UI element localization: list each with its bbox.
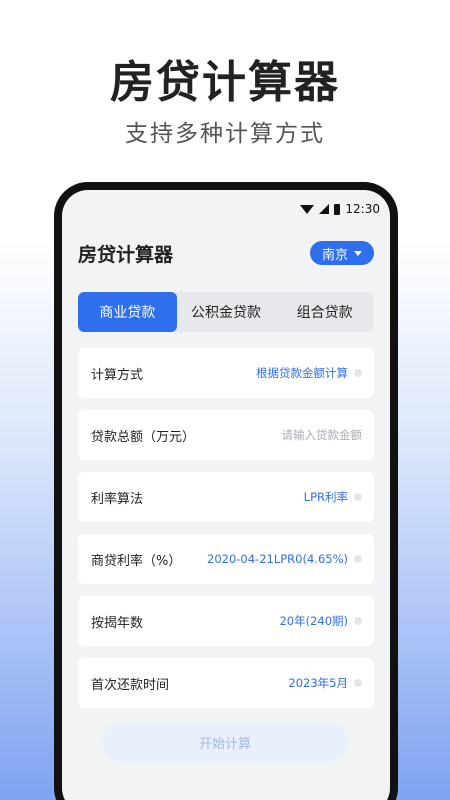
rate-method-value: LPR利率 (303, 490, 348, 504)
phone-frame: 12:30 房贷计算器 南京 商业贷款 公积金贷款 组合贷款 计算方式 根据贷款… (54, 182, 398, 800)
start-button-label: 开始计算 (198, 736, 251, 752)
loan-amount-label: 贷款总额（万元） (91, 429, 196, 445)
tab-label: 商业贷款 (99, 305, 156, 321)
status-time: 12:30 (345, 202, 380, 216)
tab-provident-fund-loan[interactable]: 公积金贷款 (177, 292, 276, 332)
first-payment-row[interactable]: 首次还款时间 2023年5月 (78, 658, 374, 708)
first-payment-label: 首次还款时间 (91, 677, 170, 693)
calc-method-label: 计算方式 (91, 367, 144, 383)
row-right: 20年(240期) (279, 613, 362, 629)
loan-type-tabs: 商业贷款 公积金贷款 组合贷款 (78, 292, 374, 332)
first-payment-value: 2023年5月 (288, 676, 348, 690)
chevron-right-icon (354, 555, 362, 563)
signal-icon (319, 204, 330, 214)
years-label: 按揭年数 (91, 615, 144, 631)
chevron-right-icon (354, 679, 362, 687)
battery-icon (334, 203, 341, 215)
loan-form: 计算方式 根据贷款金额计算 贷款总额（万元） 请输入贷款金额 利率算法 LPR利… (78, 348, 374, 720)
commercial-rate-value: 2020-04-21LPR0(4.65%) (207, 552, 348, 566)
page-title: 房贷计算器 (78, 243, 174, 266)
row-right: 2023年5月 (288, 675, 362, 691)
loan-amount-input[interactable]: 请输入贷款金额 (282, 427, 363, 443)
commercial-rate-row[interactable]: 商贷利率（%） 2020-04-21LPR0(4.65%) (78, 534, 374, 584)
tab-combined-loan[interactable]: 组合贷款 (275, 292, 374, 332)
years-row[interactable]: 按揭年数 20年(240期) (78, 596, 374, 646)
tab-commercial-loan[interactable]: 商业贷款 (78, 292, 177, 332)
loan-amount-row[interactable]: 贷款总额（万元） 请输入贷款金额 (78, 410, 374, 460)
years-value: 20年(240期) (279, 614, 348, 628)
row-right: 2020-04-21LPR0(4.65%) (207, 552, 362, 566)
tab-label: 公积金贷款 (191, 305, 261, 321)
status-bar: 12:30 (300, 202, 380, 216)
app-header: 房贷计算器 南京 (78, 238, 374, 268)
promo-subtitle: 支持多种计算方式 (125, 121, 325, 147)
chevron-right-icon (354, 617, 362, 625)
rate-method-label: 利率算法 (91, 491, 144, 507)
wifi-icon (300, 204, 315, 214)
row-right: 请输入贷款金额 (282, 427, 363, 443)
chevron-right-icon (354, 493, 362, 501)
rate-method-row[interactable]: 利率算法 LPR利率 (78, 472, 374, 522)
city-label: 南京 (321, 247, 348, 263)
row-right: 根据贷款金额计算 (256, 365, 362, 381)
chevron-right-icon (354, 369, 362, 377)
city-selector-button[interactable]: 南京 (309, 241, 374, 265)
app-screen: 12:30 房贷计算器 南京 商业贷款 公积金贷款 组合贷款 计算方式 根据贷款… (62, 190, 390, 800)
tab-label: 组合贷款 (296, 305, 353, 321)
start-calculation-button[interactable]: 开始计算 (102, 722, 348, 762)
commercial-rate-label: 商贷利率（%） (91, 553, 182, 569)
calc-method-value: 根据贷款金额计算 (256, 366, 348, 380)
row-right: LPR利率 (304, 489, 362, 505)
calc-method-row[interactable]: 计算方式 根据贷款金额计算 (78, 348, 374, 398)
promo-title: 房贷计算器 (110, 57, 340, 108)
caret-down-icon (354, 250, 362, 256)
